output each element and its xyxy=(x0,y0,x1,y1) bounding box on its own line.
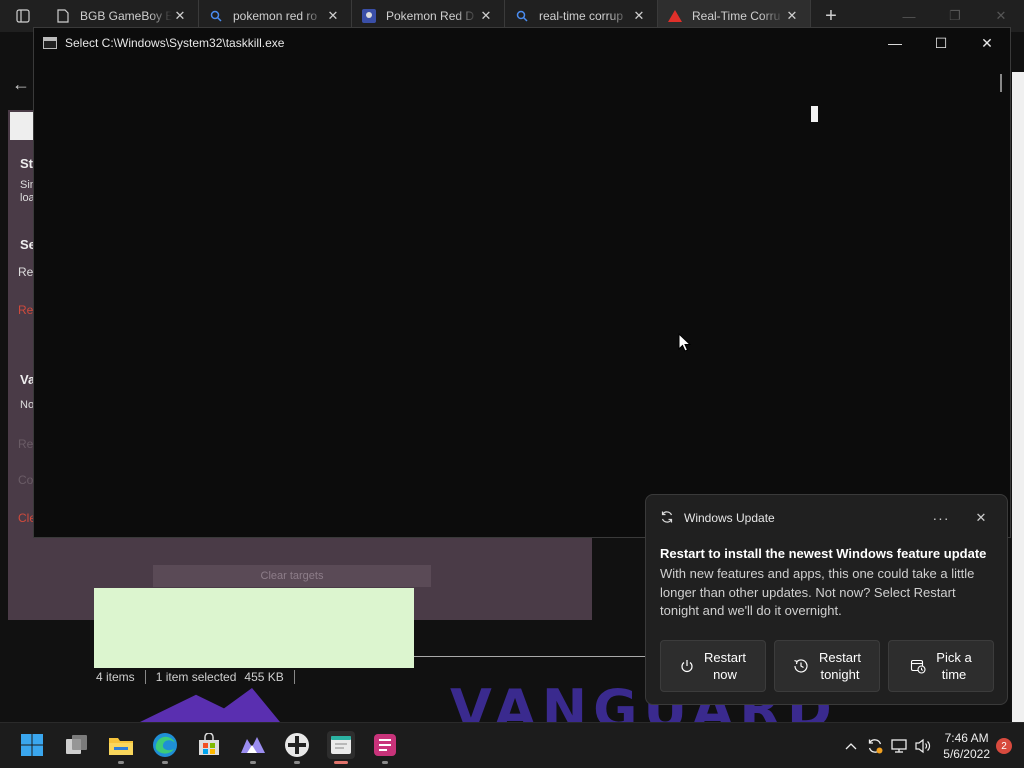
clock-icon xyxy=(793,658,809,674)
selected-count: 1 item selected xyxy=(155,670,237,684)
search-icon xyxy=(209,9,223,23)
new-tab-plus-icon[interactable]: + xyxy=(811,5,851,28)
volume-icon[interactable] xyxy=(911,738,935,754)
tab-close-icon[interactable]: ✕ xyxy=(325,8,341,24)
running-indicator xyxy=(162,761,168,764)
power-icon xyxy=(680,659,694,673)
console-scrollbar[interactable] xyxy=(994,58,1010,537)
active-app-indicator xyxy=(334,761,348,764)
notification-header: Windows Update ··· ✕ xyxy=(660,509,993,527)
scrollbar-thumb[interactable] xyxy=(1000,74,1002,92)
notepad-app-icon[interactable] xyxy=(327,731,355,759)
site-icon xyxy=(362,9,376,23)
file-explorer-icon[interactable] xyxy=(107,731,135,759)
notification-actions: Restart now Restart tonight Pick a time xyxy=(660,640,994,692)
windows-update-notification[interactable]: Windows Update ··· ✕ Restart to install … xyxy=(645,494,1008,705)
gamepad-app-icon[interactable] xyxy=(283,731,311,759)
button-label: time xyxy=(941,667,967,682)
banner-graphic xyxy=(140,688,280,722)
sidebar-text[interactable]: Re xyxy=(18,303,33,317)
maximize-icon[interactable]: ☐ xyxy=(918,28,964,58)
start-icon[interactable] xyxy=(18,731,46,759)
vtuber-app-icon[interactable] xyxy=(239,731,267,759)
clock[interactable]: 7:46 AM 5/6/2022 xyxy=(943,730,990,762)
sidebar-text: St xyxy=(20,156,33,171)
background-scrollbar[interactable] xyxy=(1012,72,1024,722)
console-window[interactable]: Select C:\Windows\System32\taskkill.exe … xyxy=(33,27,1011,538)
item-count: 4 items xyxy=(86,670,146,684)
sidebar-text[interactable]: Re xyxy=(18,437,33,451)
divider xyxy=(414,656,646,657)
button-label: now xyxy=(713,667,737,682)
warning-triangle-icon xyxy=(668,9,682,23)
close-icon[interactable]: ✕ xyxy=(964,28,1010,58)
tab-close-icon[interactable]: ✕ xyxy=(784,8,800,24)
file-preview xyxy=(94,588,414,668)
button-label: Pick a xyxy=(936,650,972,665)
clock-date: 5/6/2022 xyxy=(943,747,990,761)
update-sync-icon[interactable] xyxy=(863,737,887,755)
console-titlebar[interactable]: Select C:\Windows\System32\taskkill.exe … xyxy=(34,28,1010,58)
button-label: tonight xyxy=(820,667,860,682)
taskbar: 7:46 AM 5/6/2022 2 xyxy=(0,722,1024,768)
edge-icon[interactable] xyxy=(151,731,179,759)
notification-count-badge[interactable]: 2 xyxy=(996,738,1012,754)
back-arrow-icon[interactable]: ← xyxy=(12,74,30,95)
selection-info: 1 item selected 455 KB xyxy=(146,670,295,684)
network-icon[interactable] xyxy=(887,738,911,754)
running-indicator xyxy=(250,761,256,764)
console-output[interactable] xyxy=(34,58,996,537)
tab-close-icon[interactable]: ✕ xyxy=(631,8,647,24)
console-title: Select C:\Windows\System32\taskkill.exe xyxy=(65,36,285,50)
calendar-icon xyxy=(910,658,926,674)
tab-close-icon[interactable]: ✕ xyxy=(478,8,494,24)
sidebar-text[interactable]: Re xyxy=(18,265,33,279)
button-label: Restart xyxy=(704,650,746,665)
notes-app-icon[interactable] xyxy=(371,731,399,759)
tab-label: Pokemon Red D xyxy=(386,9,475,23)
sidebar-text: No xyxy=(20,399,35,411)
chevron-up-icon[interactable] xyxy=(839,742,863,750)
running-indicator xyxy=(294,761,300,764)
pick-a-time-button[interactable]: Pick a time xyxy=(888,640,994,692)
running-indicator xyxy=(118,761,124,764)
clear-targets-button[interactable]: Clear targets xyxy=(153,565,431,587)
text-caret xyxy=(811,106,818,122)
restart-now-button[interactable]: Restart now xyxy=(660,640,766,692)
restart-tonight-button[interactable]: Restart tonight xyxy=(774,640,880,692)
search-icon xyxy=(515,9,529,23)
system-tray: 7:46 AM 5/6/2022 2 xyxy=(839,723,1024,768)
refresh-icon xyxy=(660,510,674,527)
close-icon[interactable]: ✕ xyxy=(969,510,993,526)
minimize-icon[interactable]: — xyxy=(872,28,918,58)
notification-app-name: Windows Update xyxy=(684,511,775,525)
page-icon xyxy=(56,9,70,23)
tab-close-icon[interactable]: ✕ xyxy=(172,8,188,24)
clock-time: 7:46 AM xyxy=(944,731,989,745)
notification-title: Restart to install the newest Windows fe… xyxy=(660,546,987,561)
tab-label: pokemon red ro xyxy=(233,9,318,23)
notification-body: With new features and apps, this one cou… xyxy=(660,566,975,618)
tab-label: Real-Time Corru xyxy=(692,9,781,23)
button-label: Restart xyxy=(819,650,861,665)
tab-label: BGB GameBoy E xyxy=(80,9,172,23)
store-icon[interactable] xyxy=(195,731,223,759)
running-indicator xyxy=(382,761,388,764)
task-view-icon[interactable] xyxy=(63,731,91,759)
console-app-icon xyxy=(43,37,57,49)
more-options-icon[interactable]: ··· xyxy=(929,510,953,526)
sidebar-text[interactable]: Co xyxy=(18,473,33,487)
selected-size: 455 KB xyxy=(244,670,284,684)
tab-label: real-time corrup xyxy=(539,9,624,23)
explorer-status-bar: 4 items 1 item selected 455 KB xyxy=(86,668,416,686)
